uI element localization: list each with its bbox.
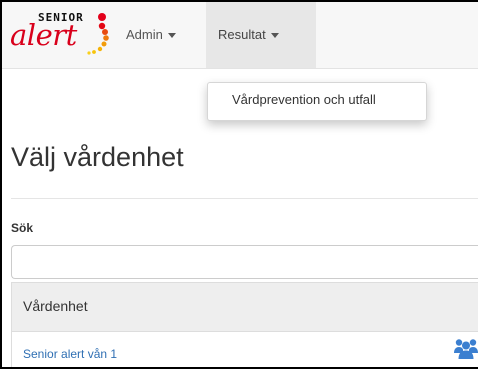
menu-item-vardprevention[interactable]: Vårdprevention och utfall (232, 92, 376, 107)
page-title: Välj vårdenhet (11, 142, 184, 172)
search-input[interactable] (11, 245, 478, 279)
nav-admin-label: Admin (126, 27, 163, 42)
nav-resultat-dropdown[interactable]: Resultat (206, 2, 316, 68)
logo-alert-text: alert (10, 18, 77, 52)
users-icon[interactable] (454, 337, 478, 359)
title-divider (11, 198, 478, 199)
table-header: Vårdenhet (11, 282, 478, 332)
nav-resultat-label: Resultat (218, 27, 266, 42)
search-label: Sök (11, 221, 34, 235)
caret-down-icon (270, 33, 279, 39)
caret-down-icon (167, 33, 176, 39)
nav-admin-dropdown[interactable]: Admin (126, 2, 206, 68)
unit-link[interactable]: Senior alert vån 1 (23, 347, 117, 361)
column-header-vardenhet: Vårdenhet (23, 298, 88, 314)
app-window: SENIOR alert Admin Resultat Vårdpreventi… (0, 0, 478, 369)
resultat-dropdown-menu: Vårdprevention och utfall (207, 82, 427, 121)
logo-swoosh-icon (87, 22, 109, 55)
table-row: Senior alert vån 1 (11, 332, 478, 367)
senior-alert-logo[interactable]: SENIOR alert (10, 10, 120, 56)
top-navbar: SENIOR alert Admin Resultat (2, 2, 478, 69)
